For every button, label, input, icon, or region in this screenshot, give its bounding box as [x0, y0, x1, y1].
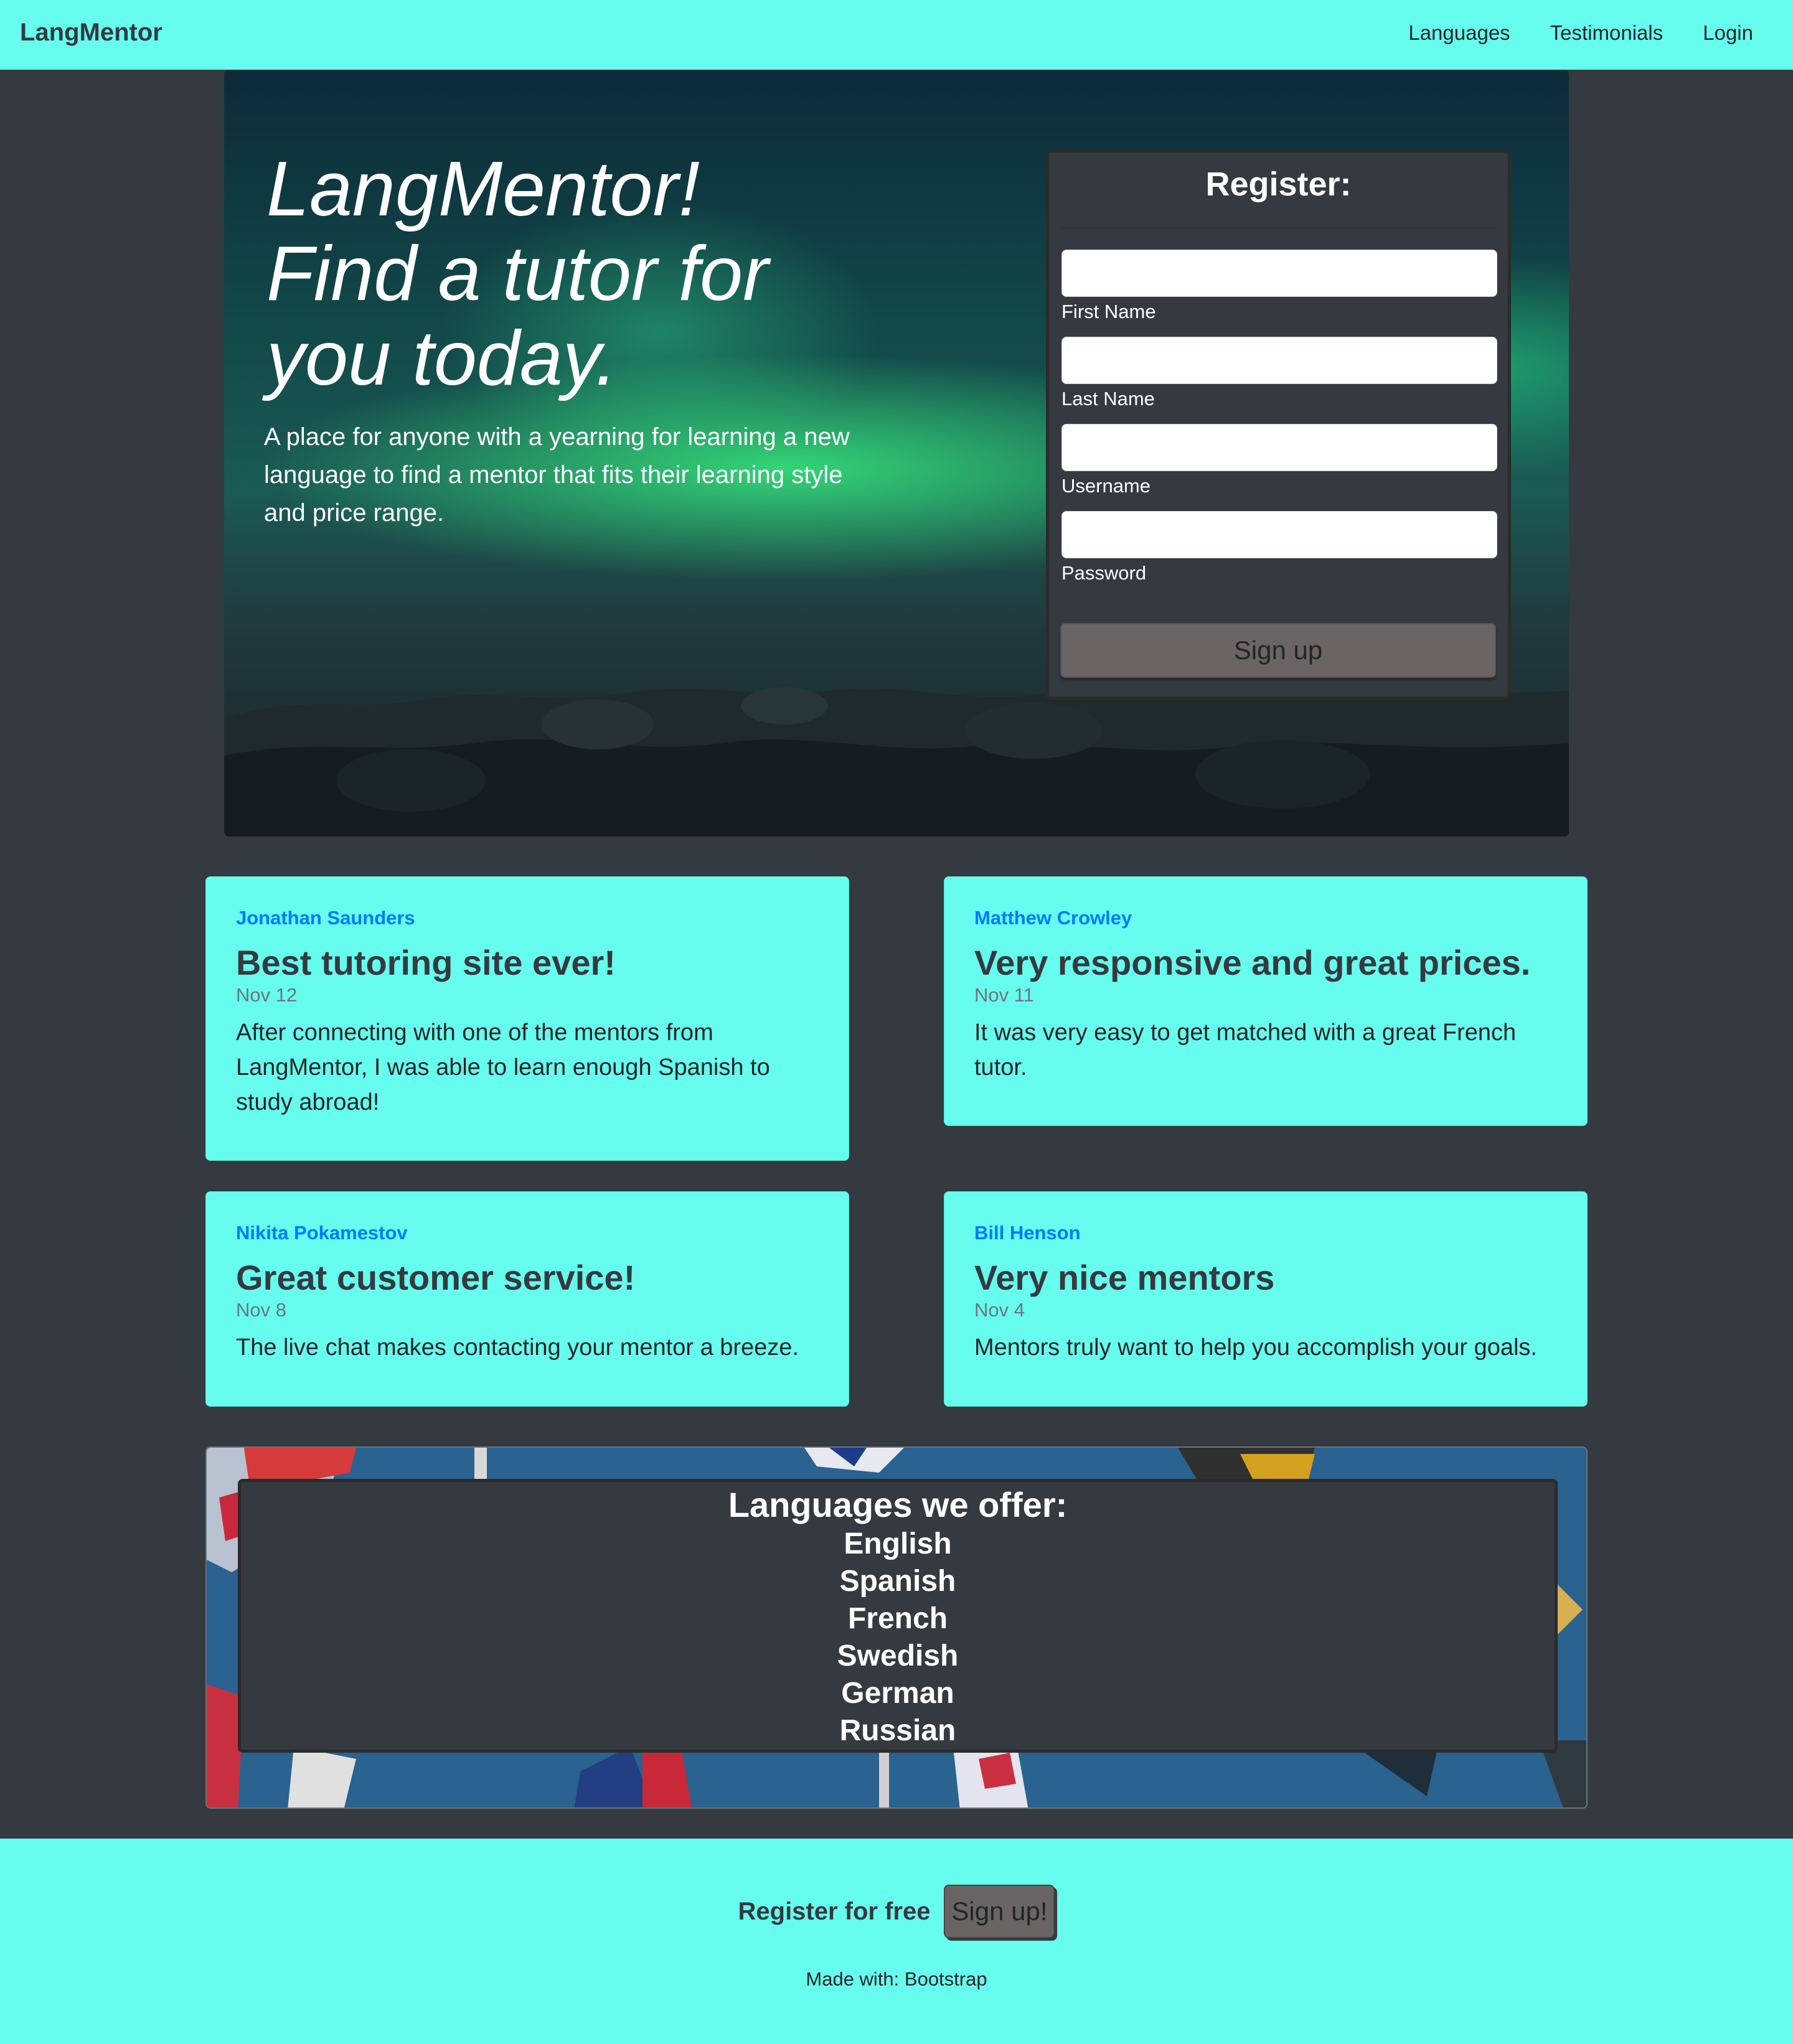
nav-links: Languages Testimonials Login	[1408, 21, 1753, 45]
footer-cta: Register for free Sign up!	[0, 1885, 1793, 1938]
testimonial-text: After connecting with one of the mentors…	[236, 1020, 770, 1115]
languages-title: Languages we offer:	[728, 1485, 1068, 1524]
testimonial-author[interactable]: Jonathan Saunders	[236, 907, 819, 929]
password-label: Password	[1061, 562, 1147, 584]
languages-section: Languages we offer: English Spanish Fren…	[205, 1446, 1588, 1809]
testimonial-title: Best tutoring site ever!	[236, 943, 616, 982]
first-name-input[interactable]	[1061, 250, 1497, 297]
first-name-field-group: First Name	[1061, 250, 1497, 323]
testimonial-text: The live chat makes contacting your ment…	[236, 1334, 799, 1361]
footer-cta-text: Register for free	[738, 1897, 931, 1925]
testimonial-author[interactable]: Bill Henson	[974, 1222, 1557, 1244]
hero-subtitle: A place for anyone with a yearning for l…	[264, 423, 850, 527]
sign-up-button[interactable]: Sign up	[1060, 623, 1496, 678]
language-item-french: French	[847, 1602, 948, 1635]
testimonial-title: Very responsive and great prices.	[974, 943, 1531, 982]
language-item-spanish: Spanish	[839, 1565, 956, 1598]
nav-link-languages[interactable]: Languages	[1408, 21, 1510, 45]
footer-sign-up-button[interactable]: Sign up!	[944, 1885, 1055, 1938]
testimonial-card: Nikita Pokamestov Great customer service…	[205, 1191, 849, 1407]
password-input[interactable]	[1061, 511, 1497, 558]
nav-link-testimonials[interactable]: Testimonials	[1550, 21, 1664, 45]
language-item-english: English	[844, 1527, 952, 1560]
brand-logo[interactable]: LangMentor	[20, 19, 162, 47]
register-form: Register: First Name Last Name Username …	[1046, 149, 1511, 700]
password-field-group: Password	[1061, 511, 1497, 584]
testimonial-date: Nov 11	[974, 984, 1034, 1006]
testimonial-date: Nov 12	[236, 984, 298, 1006]
testimonial-author[interactable]: Nikita Pokamestov	[236, 1222, 819, 1244]
username-input[interactable]	[1061, 424, 1497, 471]
testimonial-card: Bill Henson Very nice mentors Nov 4 Ment…	[944, 1191, 1588, 1407]
language-item-swedish: Swedish	[837, 1639, 959, 1672]
testimonial-title: Very nice mentors	[974, 1258, 1275, 1297]
footer-credit: Made with: Bootstrap	[806, 1968, 987, 1990]
testimonial-date: Nov 4	[974, 1299, 1025, 1321]
testimonial-text: Mentors truly want to help you accomplis…	[974, 1334, 1537, 1361]
testimonial-card: Matthew Crowley Very responsive and grea…	[944, 876, 1588, 1126]
hero-section: LangMentor! Find a tutor for you today. …	[224, 70, 1569, 837]
testimonial-date: Nov 8	[236, 1299, 286, 1321]
navbar: LangMentor Languages Testimonials Login	[0, 0, 1793, 70]
last-name-field-group: Last Name	[1061, 337, 1497, 410]
register-title: Register:	[1205, 166, 1352, 203]
register-divider	[1061, 227, 1495, 228]
last-name-input[interactable]	[1061, 337, 1497, 384]
language-item-russian: Russian	[839, 1714, 956, 1747]
username-field-group: Username	[1061, 424, 1497, 497]
footer: Register for free Sign up! Made with: Bo…	[0, 1839, 1793, 2044]
username-label: Username	[1061, 475, 1151, 497]
testimonial-author[interactable]: Matthew Crowley	[974, 907, 1557, 929]
nav-link-login[interactable]: Login	[1703, 21, 1753, 45]
testimonial-title: Great customer service!	[236, 1258, 636, 1297]
testimonial-card: Jonathan Saunders Best tutoring site eve…	[205, 876, 849, 1161]
testimonial-text: It was very easy to get matched with a g…	[974, 1020, 1517, 1081]
last-name-label: Last Name	[1061, 388, 1155, 410]
languages-box: Languages we offer: English Spanish Fren…	[238, 1479, 1558, 1753]
language-item-german: German	[841, 1677, 954, 1710]
hero-title: LangMentor! Find a tutor for you today.	[266, 146, 769, 401]
first-name-label: First Name	[1061, 301, 1156, 322]
